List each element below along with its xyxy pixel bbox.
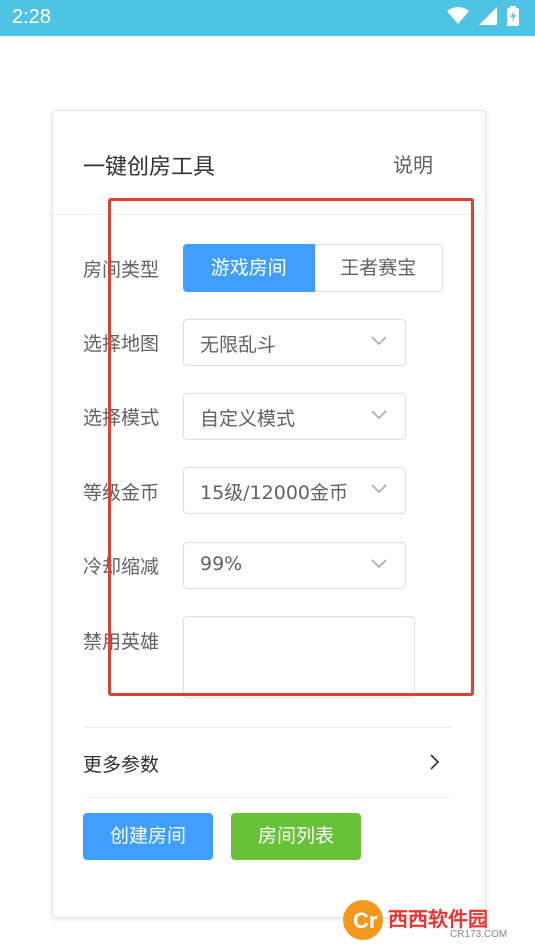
create-room-button[interactable]: 创建房间 xyxy=(83,813,213,860)
help-link[interactable]: 说明 xyxy=(393,149,433,178)
level-gold-select[interactable]: 15级/12000金币 xyxy=(183,467,406,514)
status-icons xyxy=(447,6,519,26)
level-gold-label: 等级金币 xyxy=(83,482,160,504)
page-title: 一键创房工具 xyxy=(83,155,216,180)
map-select-value: 无限乱斗 xyxy=(200,334,277,356)
create-room-card: 一键创房工具 说明 房间类型 游戏房间 王者赛宝 选择地图 无限乱斗 选择模式 … xyxy=(52,110,486,918)
map-label: 选择地图 xyxy=(83,333,160,355)
level-gold-select-value: 15级/12000金币 xyxy=(200,482,349,504)
chevron-down-icon xyxy=(371,336,387,346)
map-select[interactable]: 无限乱斗 xyxy=(183,319,406,366)
more-params-label: 更多参数 xyxy=(83,754,160,776)
status-time: 2:28 xyxy=(12,6,51,28)
banned-heroes-label: 禁用英雄 xyxy=(83,631,160,653)
status-bar: 2:28 xyxy=(0,0,535,36)
mode-select-value: 自定义模式 xyxy=(200,408,296,430)
logo-icon: Cr xyxy=(343,900,383,940)
room-list-button[interactable]: 房间列表 xyxy=(231,813,361,860)
chevron-down-icon xyxy=(371,559,387,569)
chevron-right-icon xyxy=(430,754,439,770)
cooldown-label: 冷却缩减 xyxy=(83,556,160,578)
signal-icon xyxy=(479,7,497,25)
mode-label: 选择模式 xyxy=(83,407,160,429)
card-header: 一键创房工具 说明 xyxy=(53,111,485,215)
mode-select[interactable]: 自定义模式 xyxy=(183,393,406,440)
watermark-logo: Cr 西西软件园 CR173.COM xyxy=(340,897,525,945)
cooldown-select[interactable]: 99% xyxy=(183,542,406,589)
watermark-text: 西西软件园 xyxy=(388,909,488,931)
wifi-icon xyxy=(447,7,469,24)
watermark-sub: CR173.COM xyxy=(450,929,508,940)
chevron-down-icon xyxy=(371,410,387,420)
more-params-row[interactable]: 更多参数 xyxy=(83,728,453,798)
battery-icon xyxy=(507,6,519,26)
cooldown-select-value: 99% xyxy=(200,553,243,575)
room-type-option-game[interactable]: 游戏房间 xyxy=(183,244,315,292)
chevron-down-icon xyxy=(371,484,387,494)
banned-heroes-input[interactable] xyxy=(183,616,415,698)
divider xyxy=(83,797,453,798)
room-type-label: 房间类型 xyxy=(83,259,160,281)
svg-text:Cr: Cr xyxy=(353,908,378,933)
room-type-segmented: 游戏房间 王者赛宝 xyxy=(183,244,443,292)
room-type-option-treasure[interactable]: 王者赛宝 xyxy=(314,244,443,292)
